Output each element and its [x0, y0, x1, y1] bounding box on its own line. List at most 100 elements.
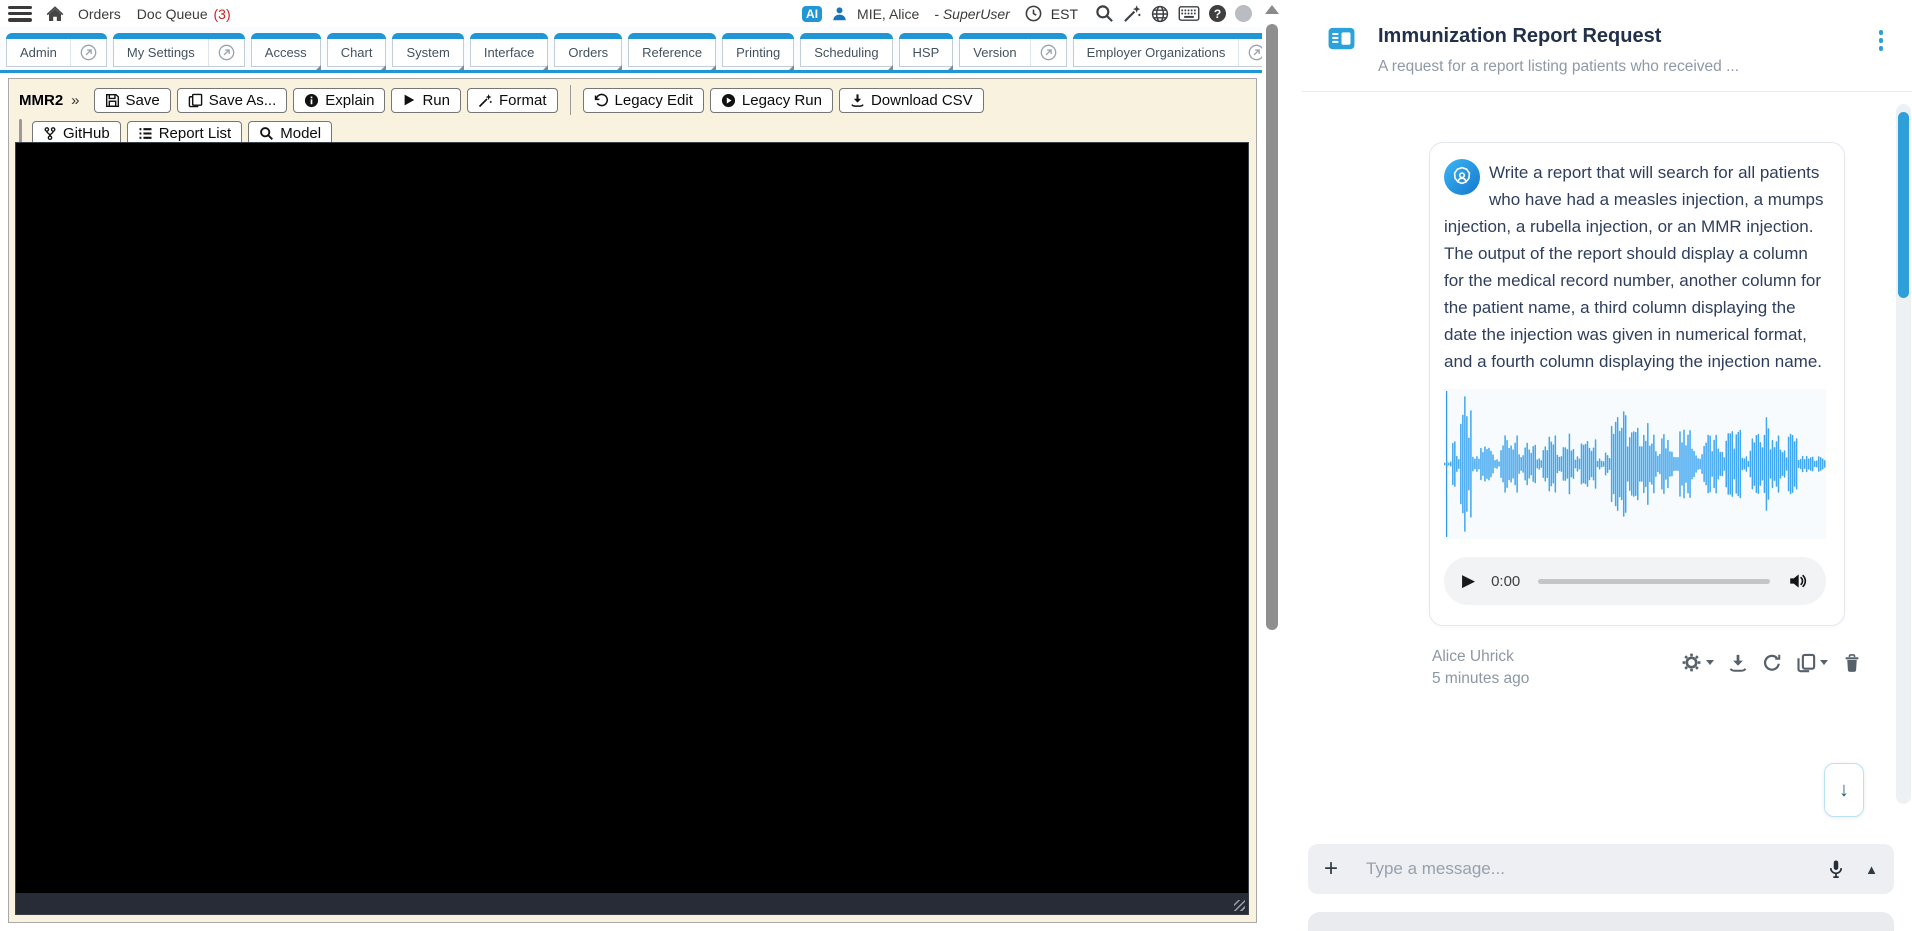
ai-chat-panel: Immunization Report Request A request fo… — [1282, 0, 1912, 931]
toolbar-button-run[interactable]: Run — [391, 87, 461, 113]
main-workspace: Orders Doc Queue (3) AI MIE, Alice - Sup… — [0, 0, 1262, 931]
microphone-icon[interactable] — [1827, 859, 1845, 880]
settings-gear-button[interactable] — [1681, 652, 1714, 673]
report-editor-container: MMR2 » Save Save As... Explain Run Format Leg… — [8, 78, 1257, 923]
submenu-indicator-icon — [313, 65, 321, 72]
user-role: - SuperUser — [934, 5, 1010, 22]
tab-accent-bar — [800, 33, 893, 39]
tab-reference[interactable]: Reference — [628, 33, 717, 72]
tab-access[interactable]: Access — [250, 33, 321, 72]
scrollbar-up-arrow-icon[interactable] — [1265, 5, 1279, 14]
user-message-card: Write a report that will search for all … — [1429, 142, 1845, 626]
play-button[interactable]: ▶ — [1462, 571, 1475, 591]
tab-accent-bar — [6, 33, 107, 39]
tab-accent-bar — [628, 33, 717, 39]
user-name[interactable]: MIE, Alice — [857, 6, 919, 22]
sidebar-panel-icon[interactable] — [1328, 27, 1355, 50]
tab-orders[interactable]: Orders — [554, 33, 623, 72]
topbar-right-group: AI MIE, Alice - SuperUser EST ? — [802, 4, 1252, 23]
ai-badge[interactable]: AI — [802, 5, 823, 22]
message-author: Alice Uhrick — [1432, 648, 1514, 665]
save-as-icon — [188, 93, 203, 108]
tab-printing[interactable]: Printing — [722, 33, 795, 72]
toolbar-button-save[interactable]: Save — [93, 87, 171, 113]
page-vertical-scrollbar[interactable] — [1262, 0, 1282, 931]
chat-subtitle: A request for a report listing patients … — [1378, 58, 1739, 75]
info-icon — [304, 93, 319, 108]
tab-admin[interactable]: Admin — [6, 33, 107, 67]
toolbar-button-legacy-run[interactable]: Legacy Run — [709, 87, 833, 113]
report-name: MMR2 — [19, 91, 64, 109]
play-circle-icon — [721, 93, 736, 108]
timezone-label: EST — [1050, 5, 1078, 22]
toolbar-button-format[interactable]: Format — [467, 87, 558, 113]
scrollbar-thumb[interactable] — [1266, 24, 1278, 630]
tab-accent-bar — [250, 33, 321, 39]
submenu-indicator-icon — [885, 65, 893, 72]
toolbar-button-save-as[interactable]: Save As... — [176, 87, 288, 113]
audio-waveform[interactable] — [1444, 389, 1826, 539]
wand-icon — [478, 93, 493, 108]
nav-link-orders[interactable]: Orders — [78, 6, 121, 22]
user-icon[interactable] — [831, 6, 848, 22]
tab-hsp[interactable]: HSP — [898, 33, 954, 72]
submenu-indicator-icon — [615, 65, 623, 72]
nav-link-doc-queue[interactable]: Doc Queue (3) — [137, 6, 231, 22]
sql-code-editor[interactable] — [15, 142, 1249, 915]
tab-accent-bar — [326, 33, 387, 39]
hamburger-menu-icon[interactable] — [8, 5, 32, 22]
submenu-indicator-icon — [709, 65, 717, 72]
tab-employer-organizations[interactable]: Employer Organizations — [1072, 33, 1262, 67]
editor-resize-handle[interactable] — [1234, 900, 1245, 911]
copy-button[interactable] — [1796, 653, 1828, 673]
top-navigation-bar: Orders Doc Queue (3) AI MIE, Alice - Sup… — [0, 0, 1262, 27]
app-root: Orders Doc Queue (3) AI MIE, Alice - Sup… — [0, 0, 1912, 931]
message-text: Write a report that will search for all … — [1444, 163, 1824, 371]
report-expand-chevron[interactable]: » — [71, 92, 79, 109]
toolbar-button-download-csv[interactable]: Download CSV — [838, 87, 984, 113]
download-audio-button[interactable] — [1728, 653, 1748, 673]
delete-button[interactable] — [1842, 653, 1862, 673]
attach-plus-button[interactable]: + — [1324, 857, 1338, 881]
doc-queue-label: Doc Queue — [136, 5, 208, 22]
message-meta-row: Alice Uhrick 5 minutes ago — [1432, 646, 1862, 690]
button-label: Save — [125, 91, 160, 109]
admin-tab-strip: Admin My Settings Access Chart System Interfa… — [0, 27, 1262, 73]
tab-interface[interactable]: Interface — [469, 33, 549, 72]
message-input[interactable] — [1364, 858, 1818, 880]
tab-my-settings[interactable]: My Settings — [112, 33, 245, 67]
gear-caret-icon — [1706, 660, 1714, 665]
magic-wand-icon[interactable] — [1123, 4, 1142, 23]
avatar-placeholder-circle[interactable] — [1235, 5, 1252, 22]
globe-icon[interactable] — [1151, 5, 1169, 23]
volume-icon[interactable] — [1788, 571, 1808, 591]
audio-seek-bar[interactable] — [1538, 578, 1770, 584]
toolbar-button-explain[interactable]: Explain — [293, 87, 386, 113]
submenu-indicator-icon — [379, 65, 387, 72]
tab-system[interactable]: System — [392, 33, 464, 72]
doc-queue-count-badge: (3) — [213, 5, 231, 22]
editor-status-bar — [16, 893, 1248, 914]
tab-chart[interactable]: Chart — [326, 33, 387, 72]
chat-title: Immunization Report Request — [1378, 25, 1662, 47]
download-icon — [850, 93, 865, 108]
regenerate-button[interactable] — [1762, 653, 1782, 673]
keyboard-icon[interactable] — [1178, 5, 1200, 22]
chat-message-area: Write a report that will search for all … — [1282, 92, 1912, 825]
toolbar-button-legacy-edit[interactable]: Legacy Edit — [582, 87, 704, 113]
scroll-to-bottom-button[interactable]: ↓ — [1824, 763, 1864, 817]
overflow-menu-icon[interactable] — [1877, 28, 1886, 53]
tab-accent-bar — [554, 33, 623, 39]
collapse-caret-icon[interactable]: ▲ — [1865, 862, 1878, 877]
tab-accent-bar — [898, 33, 954, 39]
tab-scheduling[interactable]: Scheduling — [800, 33, 893, 72]
tab-accent-bar — [1072, 33, 1262, 39]
chat-panel-header: Immunization Report Request A request fo… — [1282, 0, 1912, 92]
search-icon[interactable] — [1095, 4, 1114, 23]
home-icon[interactable] — [46, 5, 64, 22]
tab-version[interactable]: Version — [959, 33, 1067, 67]
help-icon[interactable]: ? — [1209, 5, 1226, 22]
chat-scrollbar-thumb[interactable] — [1898, 112, 1909, 298]
list-icon — [138, 126, 153, 141]
chat-scrollbar[interactable] — [1896, 104, 1911, 804]
